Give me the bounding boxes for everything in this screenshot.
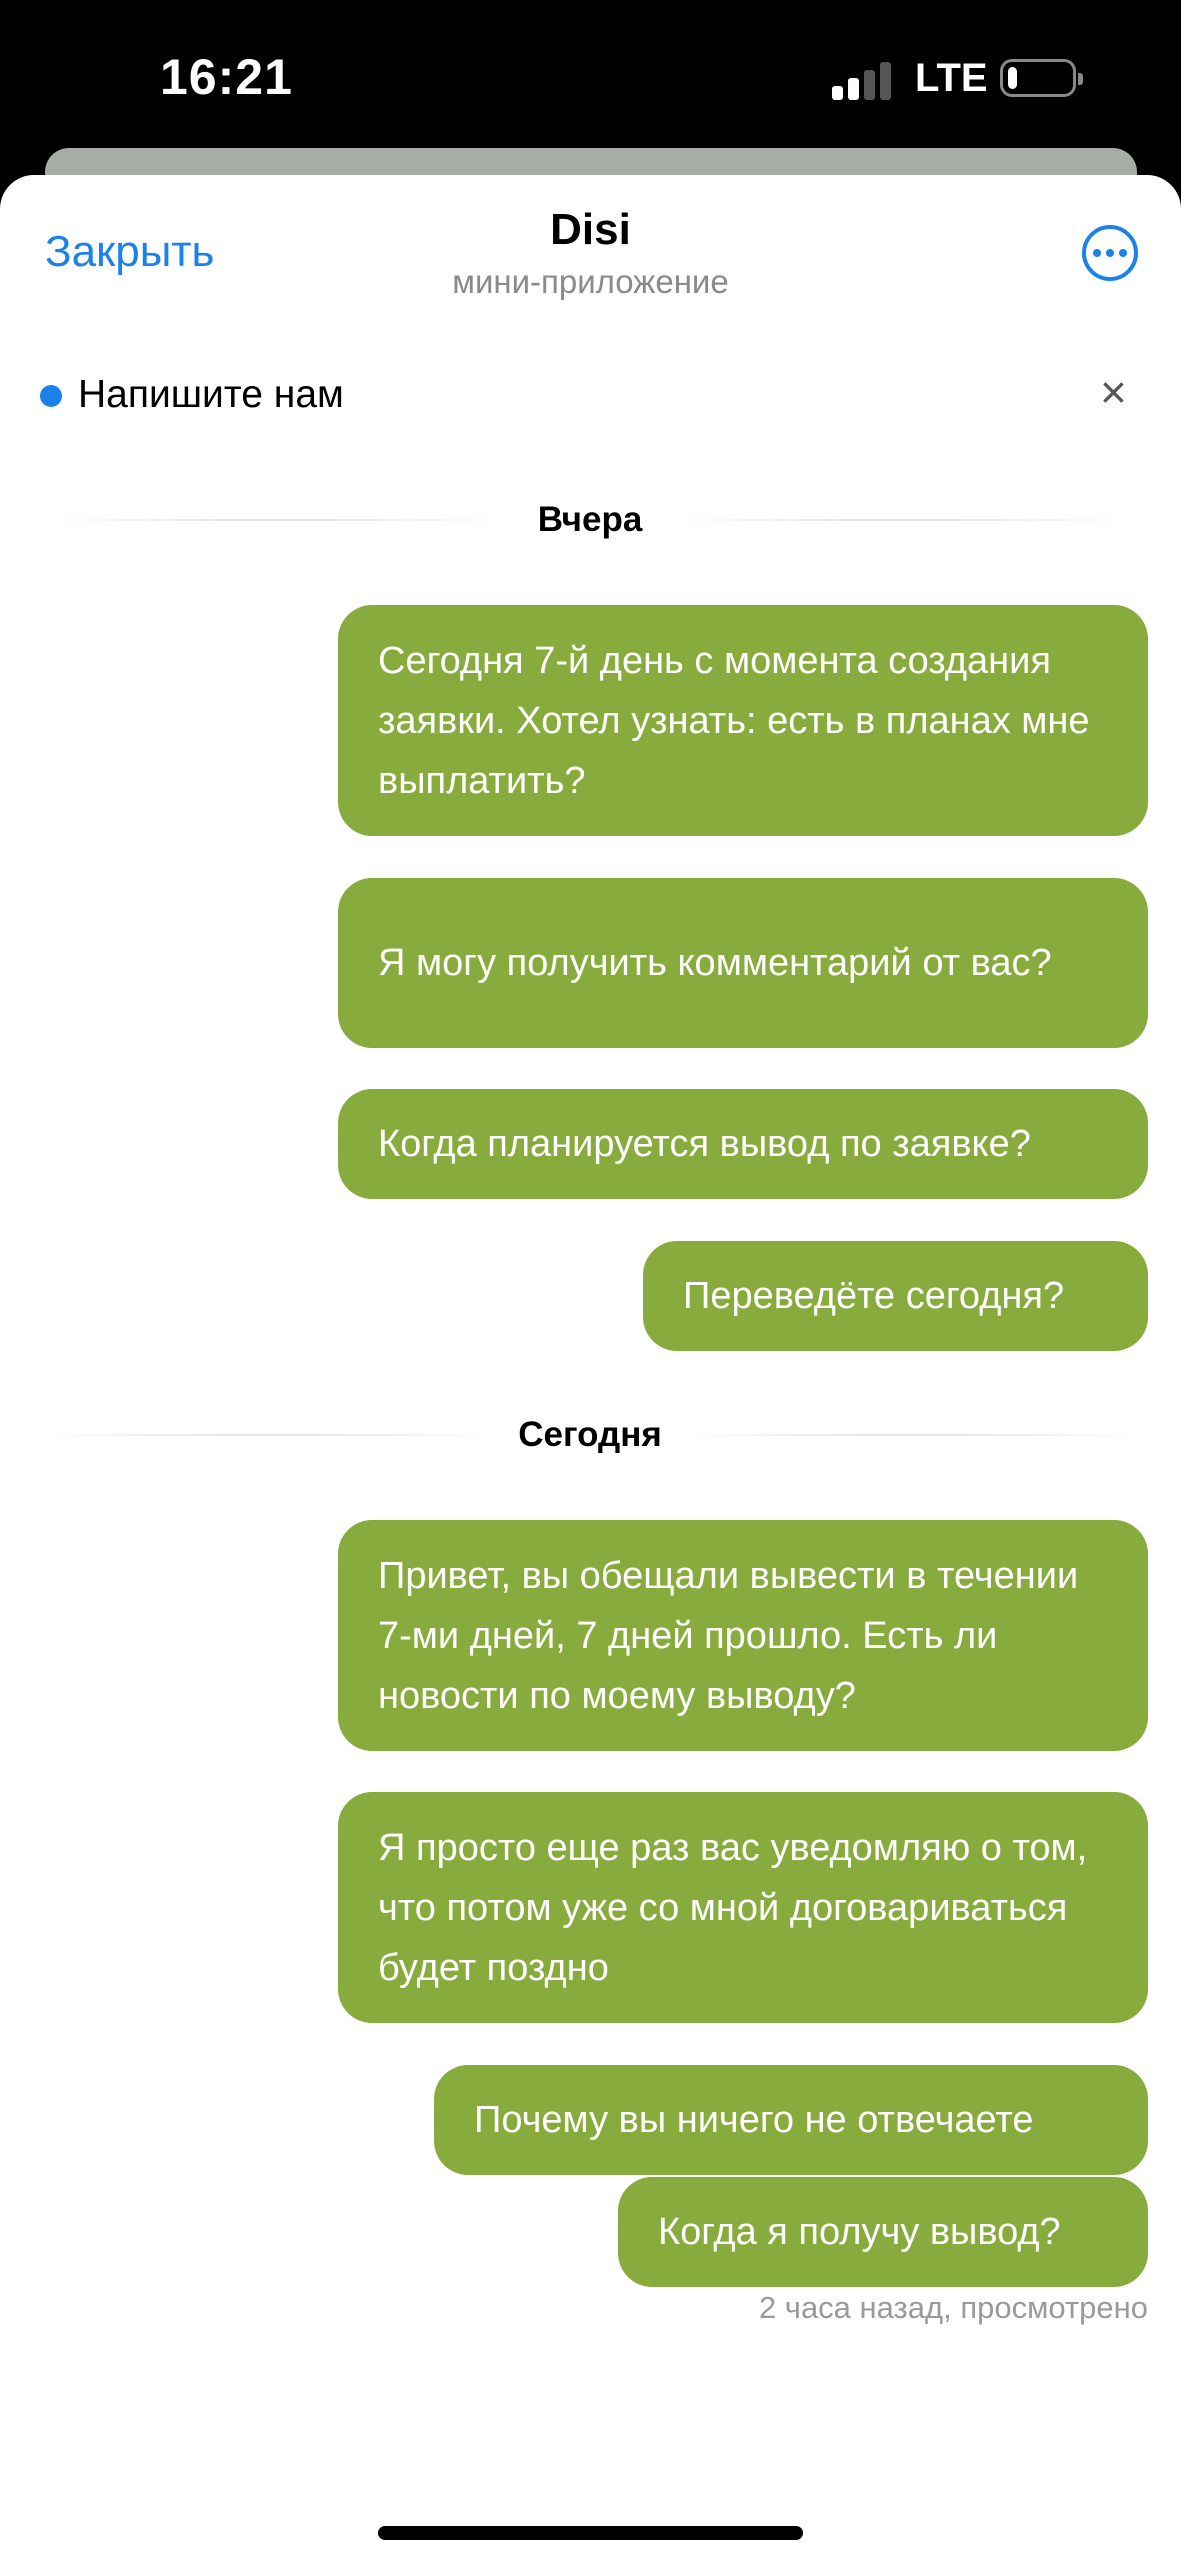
more-options-icon[interactable] [1082,225,1138,281]
message-text: Когда я получу вывод? [658,2211,1061,2253]
banner-text[interactable]: Напишите нам [78,373,344,417]
message-text: Я просто еще раз вас уведомляю о том, чт… [378,1826,1088,1989]
message-text: Переведёте сегодня? [683,1275,1065,1317]
day-separator-label: Вчера [537,500,643,539]
message-text: Привет, вы обещали вывести в течении 7-м… [378,1554,1079,1717]
day-separator: Сегодня [40,1410,1140,1460]
network-type: LTE [915,56,988,100]
message-bubble[interactable]: Я могу получить комментарий от вас? [338,878,1148,1048]
app-title: Disi [550,205,631,254]
status-bar: 16:21 LTE [0,0,1181,150]
home-indicator[interactable] [378,2526,803,2540]
message-bubble[interactable]: Переведёте сегодня? [643,1241,1148,1351]
day-separator: Вчера [40,495,1141,545]
message-bubble[interactable]: Привет, вы обещали вывести в течении 7-м… [338,1520,1148,1751]
status-time: 16:21 [160,49,293,105]
banner-close-icon[interactable]: × [1100,365,1127,419]
message-text: Сегодня 7-й день с момента создания заяв… [378,639,1090,802]
cellular-signal-icon [832,60,892,100]
message-bubble[interactable]: Почему вы ничего не отвечаете [434,2065,1148,2175]
battery-icon [1000,59,1083,97]
message-status: 2 часа назад, просмотрено [758,2290,1148,2325]
message-bubble[interactable]: Когда планируется вывод по заявке? [338,1089,1148,1199]
message-text: Когда планируется вывод по заявке? [378,1123,1031,1165]
message-bubble[interactable]: Когда я получу вывод? [618,2177,1148,2287]
unread-dot-icon [40,385,62,407]
day-separator-label: Сегодня [518,1415,662,1454]
message-text: Почему вы ничего не отвечаете [474,2099,1034,2141]
mini-app-sheet: Закрыть Disi мини-приложение Напишите на… [0,175,1181,2560]
message-bubble[interactable]: Сегодня 7-й день с момента создания заяв… [338,605,1148,836]
app-subtitle: мини-приложение [452,263,729,300]
message-text: Я могу получить комментарий от вас? [378,942,1052,984]
message-bubble[interactable]: Я просто еще раз вас уведомляю о том, чт… [338,1792,1148,2023]
